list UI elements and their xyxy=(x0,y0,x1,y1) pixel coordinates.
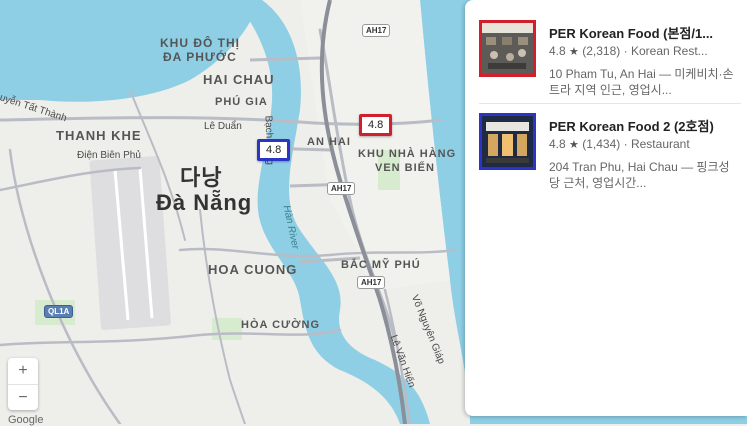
rating-value: 4.8 xyxy=(549,137,566,151)
airport-area xyxy=(89,155,171,331)
separator-dot: · xyxy=(623,44,628,58)
shield-ql1a: QL1A xyxy=(44,305,74,318)
label-da-nang: Đà Nẵng xyxy=(156,190,253,215)
result-name[interactable]: PER Korean Food 2 (2호점) xyxy=(549,116,739,135)
star-icon: ★ xyxy=(569,139,579,151)
zoom-in-button[interactable]: + xyxy=(8,358,38,385)
map-marker-per-korean-food-1[interactable]: 4.8 xyxy=(359,114,393,136)
label-an-hai: AN HAI xyxy=(307,136,351,148)
review-count: (1,434) xyxy=(582,137,621,151)
road-le-duan: Lê Duẩn xyxy=(204,121,242,132)
rating-value: 4.8 xyxy=(549,44,566,58)
star-icon: ★ xyxy=(569,46,579,58)
label-phu-gia: PHÚ GIA xyxy=(215,96,268,108)
result-address-description: 10 Pham Tu, An Hai — 미케비치·손트라 지역 인근, 영업시… xyxy=(549,67,734,97)
results-panel: PER Korean Food (본점/1... 4.8 ★ (2,318) ·… xyxy=(465,0,747,416)
label-hoa-cuong-vi: HÒA CƯỜNG xyxy=(241,319,321,331)
label-khu-nha-hang: KHU NHÀ HÀNG xyxy=(358,148,457,160)
zoom-out-button[interactable]: − xyxy=(8,385,38,411)
result-name[interactable]: PER Korean Food (본점/1... xyxy=(549,23,739,42)
restaurant-interior-photo xyxy=(479,20,536,77)
restaurant-storefront-photo xyxy=(479,113,536,170)
zoom-controls: + − xyxy=(8,358,38,410)
card-divider xyxy=(479,103,741,104)
review-count: (2,318) xyxy=(582,44,621,58)
label-hai-chau: HAI CHAU xyxy=(203,72,275,87)
shield-ah17-top: AH17 xyxy=(362,24,391,37)
label-thanh-khe: THANH KHE xyxy=(56,128,142,143)
shield-ah17-low: AH17 xyxy=(357,276,386,289)
road-dien-bien-phu: Điện Biên Phủ xyxy=(77,150,141,161)
result-meta: 4.8 ★ (1,434) · Restaurant xyxy=(549,137,739,151)
map-attribution: Google xyxy=(8,414,44,426)
shield-ah17-mid: AH17 xyxy=(327,182,356,195)
result-meta: 4.8 ★ (2,318) · Korean Rest... xyxy=(549,44,739,58)
label-da-nang-korean: 다낭 xyxy=(180,165,223,190)
category: Korean Rest... xyxy=(630,44,708,58)
label-bac-my-phu: BẮC MỸ PHÚ xyxy=(341,259,421,271)
separator-dot: · xyxy=(623,137,628,151)
label-khu-do-thi: KHU ĐÔ THỊ xyxy=(160,36,240,50)
label-ven-bien: VEN BIỂN xyxy=(375,162,435,174)
label-hoa-cuong: HOA CUONG xyxy=(208,262,298,277)
map-marker-per-korean-food-2[interactable]: 4.8 xyxy=(257,139,291,161)
category: Restaurant xyxy=(630,137,690,151)
result-card-per-korean-food-1[interactable]: PER Korean Food (본점/1... 4.8 ★ (2,318) ·… xyxy=(479,20,741,108)
result-card-per-korean-food-2[interactable]: PER Korean Food 2 (2호점) 4.8 ★ (1,434) · … xyxy=(479,113,741,201)
result-address-description: 204 Tran Phu, Hai Chau — 핑크성당 근처, 영업시간..… xyxy=(549,160,730,190)
label-da-phuoc: ĐA PHƯỚC xyxy=(163,50,237,64)
